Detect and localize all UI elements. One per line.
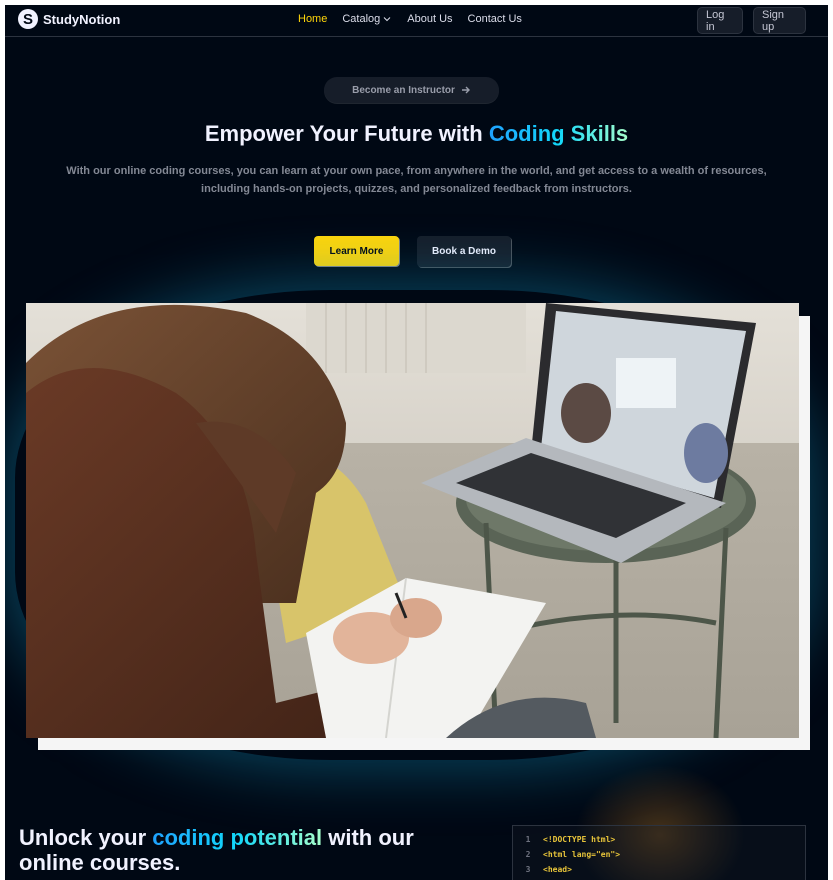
code-line-text: <head> [543, 865, 572, 874]
nav-link-catalog[interactable]: Catalog [342, 13, 392, 25]
code-line-text: <html lang="en"> [543, 850, 621, 859]
page: S StudyNotion Home Catalog About Us Cont… [5, 5, 828, 880]
learn-more-button[interactable]: Learn More [314, 236, 399, 266]
code-block: 1 <!DOCTYPE html> 2 <html lang="en"> 3 <… [512, 825, 806, 880]
logo-text: StudyNotion [43, 11, 121, 27]
code-line: 3 <head> [513, 862, 805, 877]
code-line: 1 <!DOCTYPE html> [513, 832, 805, 847]
hero-title-prefix: Empower Your Future with [204, 121, 489, 146]
nav-link-home[interactable]: Home [298, 13, 327, 25]
arrow-right-icon [461, 86, 470, 94]
hero-video-illustration [26, 303, 799, 738]
code-line-number: 2 [525, 850, 531, 859]
section-title: Unlock your coding potential with our on… [19, 825, 439, 875]
logo-icon: S [18, 9, 38, 29]
signup-button[interactable]: Sign up [753, 7, 806, 34]
code-line: 2 <html lang="en"> [513, 847, 805, 862]
nav-link-about[interactable]: About Us [407, 13, 452, 25]
become-instructor-button[interactable]: Become an Instructor [324, 77, 499, 103]
become-instructor-label: Become an Instructor [352, 84, 455, 96]
nav-link-catalog-label: Catalog [342, 13, 381, 25]
logo[interactable]: S StudyNotion [18, 9, 120, 29]
code-line-text: <!DOCTYPE html> [543, 835, 616, 844]
hero-title: Empower Your Future with Coding Skills [5, 121, 828, 147]
section-title-accent: coding potential [152, 825, 323, 850]
section-title-prefix: Unlock your [19, 825, 153, 850]
login-button[interactable]: Log in [697, 7, 743, 34]
hero-title-accent: Coding Skills [488, 121, 629, 146]
code-line-number: 1 [525, 835, 531, 844]
navbar: S StudyNotion Home Catalog About Us Cont… [5, 5, 828, 37]
hero-video[interactable] [26, 303, 799, 738]
nav-link-contact[interactable]: Contact Us [468, 13, 522, 25]
hero-subtitle: With our online coding courses, you can … [66, 165, 767, 195]
nav-links: Home Catalog About Us Contact Us [298, 13, 522, 25]
book-demo-button[interactable]: Book a Demo [417, 236, 511, 267]
code-line-number: 3 [525, 865, 531, 874]
chevron-down-icon [383, 17, 391, 22]
